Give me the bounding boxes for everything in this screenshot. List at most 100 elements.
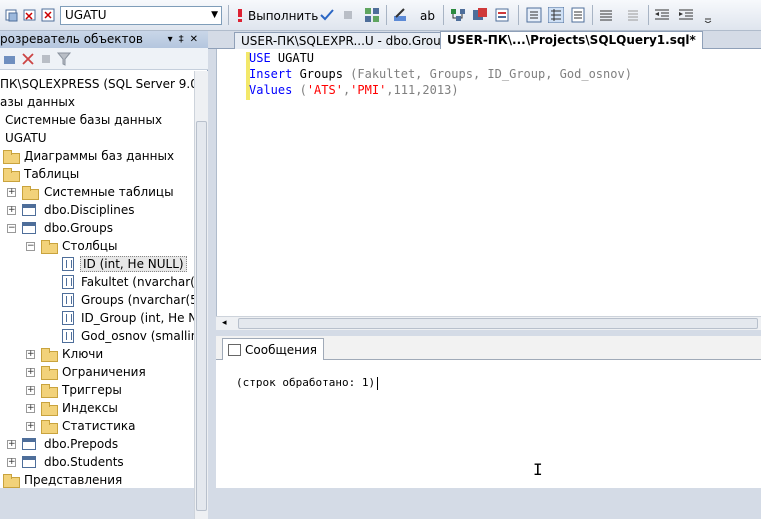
- pin-icon[interactable]: ▾: [168, 34, 179, 45]
- tree-node-column-fakultet[interactable]: Fakultet (nvarchar(50: [62, 273, 194, 291]
- change-connection-icon[interactable]: [40, 7, 56, 23]
- table-icon: [22, 456, 36, 468]
- results-options-icon[interactable]: [494, 7, 510, 23]
- tree-node-column-id[interactable]: ID (int, He NULL): [62, 255, 187, 273]
- folder-icon: [22, 186, 39, 200]
- tree-node-views[interactable]: Представления: [3, 471, 122, 488]
- message-text: (строк обработано: 1): [236, 376, 378, 390]
- main-toolbar: UGATU ▼ Выполнить ab: [0, 0, 761, 31]
- expand-icon[interactable]: +: [26, 350, 35, 359]
- oe-stop-icon[interactable]: [38, 51, 54, 67]
- sql-text: UGATU: [270, 51, 315, 65]
- messages-pane[interactable]: (строк обработано: 1): [216, 360, 761, 488]
- tree-node-label: Представления: [24, 473, 123, 487]
- tree-node-label: Триггеры: [62, 383, 122, 397]
- expand-icon[interactable]: +: [7, 188, 16, 197]
- tab-label: USER-ПК\SQLEXPR...U - dbo.Groups*: [241, 34, 461, 48]
- tree-node-column-groups[interactable]: Groups (nvarchar(50): [62, 291, 194, 309]
- tree-node-ugatu[interactable]: UGATU: [5, 129, 46, 147]
- tree-node-triggers[interactable]: + Триггеры: [26, 381, 122, 399]
- expand-icon[interactable]: +: [26, 404, 35, 413]
- specify-values-icon[interactable]: ab: [420, 7, 436, 23]
- column-icon: [62, 275, 74, 289]
- autohide-icon[interactable]: ‡: [179, 34, 190, 45]
- expand-icon[interactable]: +: [26, 386, 35, 395]
- tab-messages[interactable]: Сообщения: [222, 338, 325, 361]
- disconnect-icon[interactable]: [22, 7, 38, 23]
- table-icon: [22, 204, 36, 216]
- execute-button[interactable]: Выполнить: [248, 8, 318, 24]
- oe-disconnect-icon[interactable]: [20, 51, 36, 67]
- results-to-grid-icon[interactable]: [548, 7, 564, 23]
- tree-node-keys[interactable]: + Ключи: [26, 345, 103, 363]
- parse-checkmark-icon[interactable]: [319, 7, 335, 23]
- expand-icon[interactable]: +: [7, 206, 16, 215]
- editor-horizontal-scrollbar[interactable]: ◂: [216, 316, 761, 330]
- tree-node-columns[interactable]: − Столбцы: [26, 237, 117, 255]
- tree-node-statistics[interactable]: + Статистика: [26, 417, 136, 435]
- tab-groups-designer[interactable]: USER-ПК\SQLEXPR...U - dbo.Groups*: [234, 32, 468, 49]
- tree-node-disciplines[interactable]: + dbo.Disciplines: [7, 201, 134, 219]
- cancel-query-icon[interactable]: [340, 7, 356, 23]
- text-cursor-icon: I: [533, 460, 543, 479]
- results-to-file-icon[interactable]: [570, 7, 586, 23]
- expand-icon[interactable]: +: [7, 440, 16, 449]
- scrollbar-thumb[interactable]: [196, 121, 207, 511]
- close-icon[interactable]: ✕: [190, 34, 204, 45]
- sql-values: ,111,2013): [386, 83, 459, 97]
- collapse-icon[interactable]: −: [26, 242, 35, 251]
- messages-icon: [228, 344, 241, 356]
- collapse-icon[interactable]: −: [7, 224, 16, 233]
- query-options-icon[interactable]: [472, 7, 488, 23]
- comment-out-icon[interactable]: [598, 7, 614, 23]
- sql-column-list: (Fakultet, Groups, ID_Group, God_osnov): [350, 67, 632, 81]
- editor-gutter: [217, 49, 250, 317]
- tree-node-groups[interactable]: − dbo.Groups: [7, 219, 113, 237]
- tree-node-tables[interactable]: Таблицы: [3, 165, 79, 183]
- expand-icon[interactable]: +: [7, 458, 16, 467]
- sql-editor[interactable]: USE UGATU Insert Groups (Fakultet, Group…: [216, 49, 761, 317]
- connect-icon[interactable]: [4, 7, 20, 23]
- object-explorer-scrollbar[interactable]: [194, 71, 208, 519]
- expand-icon[interactable]: +: [26, 422, 35, 431]
- toolbar-separator: [592, 5, 593, 25]
- oe-connect-icon[interactable]: [2, 51, 18, 67]
- database-select[interactable]: UGATU ▼: [60, 6, 222, 25]
- decrease-indent-icon[interactable]: [654, 7, 670, 23]
- database-grid-icon[interactable]: [364, 7, 380, 23]
- sql-keyword: Insert: [249, 67, 293, 81]
- expand-icon[interactable]: +: [26, 368, 35, 377]
- tree-node-students[interactable]: + dbo.Students: [7, 453, 124, 471]
- tree-node-label: Fakultet (nvarchar(50: [81, 275, 194, 289]
- tree-node-label: dbo.Disciplines: [44, 203, 135, 217]
- tree-node-system-tables[interactable]: + Системные таблицы: [7, 183, 174, 201]
- table-icon: [22, 438, 36, 450]
- tree-node-server[interactable]: ПК\SQLEXPRESS (SQL Server 9.0.5000: [0, 75, 194, 93]
- tree-node-label: dbo.Students: [44, 455, 124, 469]
- filter-icon[interactable]: [56, 51, 72, 67]
- sql-text: Groups: [292, 67, 351, 81]
- folder-icon: [3, 168, 20, 182]
- tree-node-databases[interactable]: азы данных: [0, 93, 75, 111]
- uncomment-icon[interactable]: [624, 7, 640, 23]
- scroll-left-icon[interactable]: ◂: [222, 317, 227, 329]
- increase-indent-icon[interactable]: [678, 7, 694, 23]
- results-to-text-icon[interactable]: [526, 7, 542, 23]
- display-plan-icon[interactable]: [450, 7, 466, 23]
- toolbar-separator: [518, 5, 519, 25]
- tree-node-indexes[interactable]: + Индексы: [26, 399, 118, 417]
- execute-icon[interactable]: [232, 7, 248, 23]
- chevron-down-icon[interactable]: ▼: [211, 7, 218, 24]
- tree-node-db-diagrams[interactable]: Диаграммы баз данных: [3, 147, 174, 165]
- tree-node-column-id-group[interactable]: ID_Group (int, He NU: [62, 309, 194, 327]
- tree-node-label: God_osnov (smallint,: [81, 329, 194, 343]
- design-query-icon[interactable]: [392, 7, 408, 23]
- toolbar-overflow-icon[interactable]: [700, 7, 716, 23]
- code-line-2: Insert Groups (Fakultet, Groups, ID_Grou…: [249, 66, 632, 82]
- tree-node-system-databases[interactable]: Системные базы данных: [5, 111, 162, 129]
- tab-sqlquery1[interactable]: USER-ПК\...\Projects\SQLQuery1.sql*: [440, 31, 703, 49]
- tree-node-constraints[interactable]: + Ограничения: [26, 363, 146, 381]
- tree-node-column-god-osnov[interactable]: God_osnov (smallint,: [62, 327, 194, 345]
- tree-node-prepods[interactable]: + dbo.Prepods: [7, 435, 118, 453]
- scrollbar-thumb[interactable]: [238, 318, 758, 329]
